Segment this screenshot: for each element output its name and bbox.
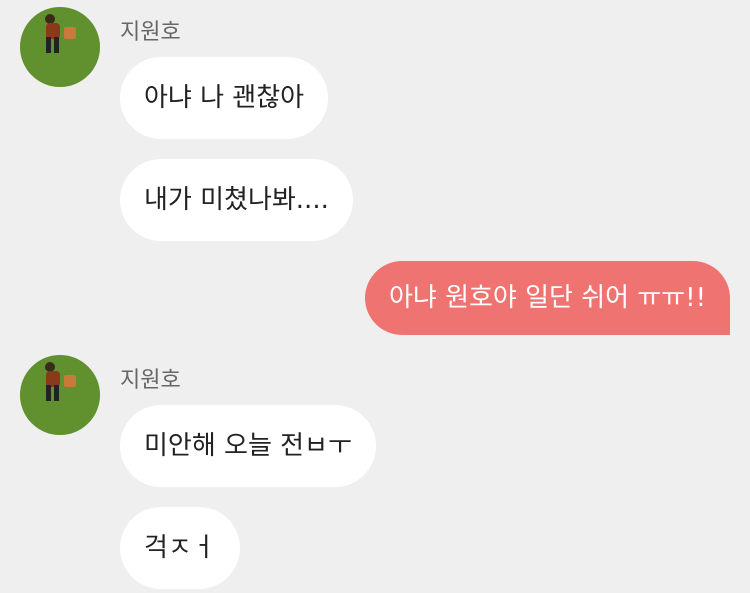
- message-bubble[interactable]: 내가 미쳤나봐....: [120, 159, 353, 241]
- sender-avatar[interactable]: [20, 7, 100, 87]
- sender-name: 지원호: [120, 368, 181, 393]
- sender-name: 지원호: [120, 20, 181, 45]
- message-bubble[interactable]: 미안해 오늘 전ㅂㅜ: [120, 405, 376, 487]
- avatar-photo-icon: [20, 7, 100, 87]
- message-bubble[interactable]: 걱ㅈㅓ: [120, 507, 240, 589]
- my-message-bubble[interactable]: 아냐 원호야 일단 쉬어 ㅠㅠ!!: [364, 261, 730, 335]
- sender-avatar[interactable]: [20, 355, 100, 435]
- message-bubble[interactable]: 아냐 나 괜찮아: [120, 57, 329, 139]
- avatar-photo-icon: [20, 355, 100, 435]
